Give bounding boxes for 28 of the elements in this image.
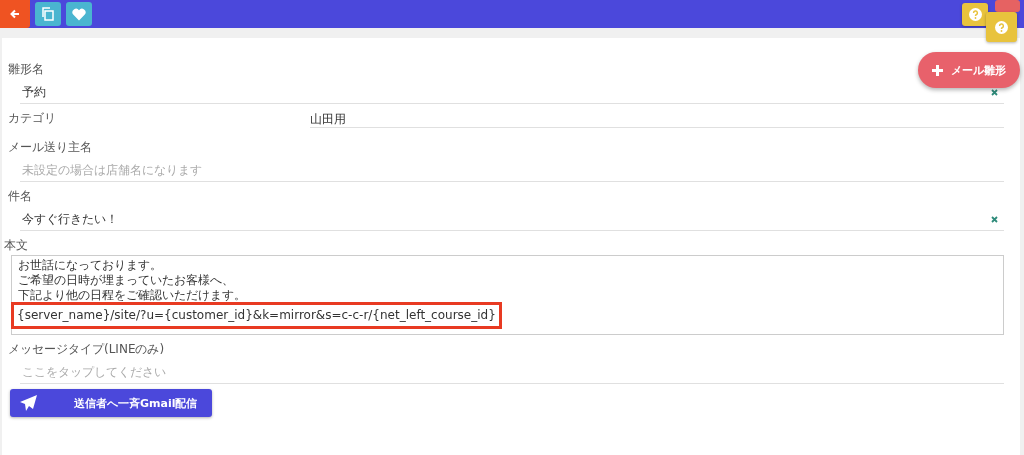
field-label: メッセージタイプ(LINEのみ) [8,342,165,356]
field-label: 件名 [8,189,32,203]
help-button[interactable] [986,12,1017,42]
category-select[interactable]: 山田用 [310,111,1004,128]
arrow-left-icon [10,9,20,19]
help-button[interactable] [962,3,988,26]
paper-plane-icon [20,395,38,411]
back-button[interactable] [0,0,30,28]
heart-icon [72,7,86,21]
body-text-line: ご希望の日時が埋まっていたお客様へ、 [18,273,235,288]
plus-icon [932,64,943,76]
body-text-line: 下記より他の日程をご確認いただけます。 [18,288,247,303]
favorite-button[interactable] [66,2,92,26]
text-field[interactable]: 今すぐ行きたい！ [20,208,1004,231]
body-textarea[interactable]: お世話になっております。 ご希望の日時が埋まっていたお客様へ、 下記より他の日程をご確認いただけます。 {server_name}/site/?u={customer_id}&k=mirror&s=c-c-r/{net_left_course_id} [11,255,1004,335]
field-label: 本文 [4,238,28,252]
send-gmail-button[interactable]: 送信者へ一斉Gmail配信 [10,389,212,417]
copy-icon [41,7,55,21]
field-label: 雛形名 [8,62,44,76]
field-label: メール送り主名 [8,140,92,154]
body-text-line: お世話になっております。 [18,258,163,273]
text-field[interactable]: 予約 [20,81,1004,104]
copy-button[interactable] [35,2,61,26]
field-label: カテゴリ [8,111,57,125]
clear-icon[interactable] [991,215,998,223]
help-icon [968,8,982,21]
clear-icon[interactable] [991,88,998,96]
help-icon [995,20,1008,34]
